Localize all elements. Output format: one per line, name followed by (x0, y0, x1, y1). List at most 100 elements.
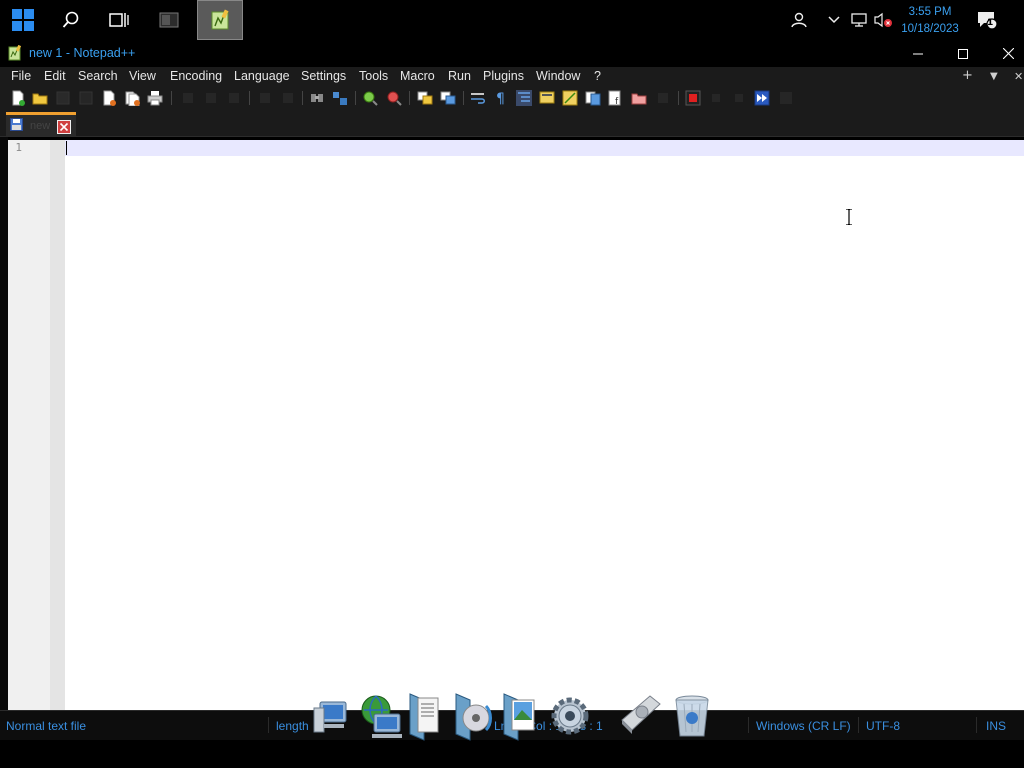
indent-guide-icon[interactable] (516, 90, 532, 106)
status-length: length (276, 719, 309, 733)
status-separator (976, 717, 977, 733)
task-view-button[interactable] (96, 0, 142, 40)
menu-run[interactable]: Run (448, 69, 471, 83)
taskbar-app-pinned[interactable] (146, 0, 192, 40)
dock-drive[interactable] (616, 690, 664, 742)
start-button[interactable] (0, 0, 46, 40)
people-button[interactable] (787, 0, 811, 40)
dock-music[interactable] (452, 690, 500, 742)
action-center-button[interactable]: 1 (972, 0, 1002, 40)
tab-list-dropdown[interactable]: ▼ (990, 71, 998, 82)
menu-file[interactable]: File (11, 69, 31, 83)
dock-pictures[interactable] (500, 690, 548, 742)
menu-search[interactable]: Search (78, 69, 118, 83)
app-icon (8, 45, 22, 61)
search-icon (62, 11, 79, 28)
monitoring-icon[interactable] (655, 90, 671, 106)
toolbar-separator (302, 91, 303, 105)
macro-save-icon[interactable] (778, 90, 794, 106)
network-button[interactable] (849, 0, 869, 40)
sync-vertical-icon[interactable] (417, 90, 433, 106)
paste-icon[interactable] (226, 90, 242, 106)
function-list-icon[interactable]: f (608, 90, 624, 106)
status-eol[interactable]: Windows (CR LF) (756, 719, 851, 733)
menu-plugins[interactable]: Plugins (483, 69, 524, 83)
open-file-icon[interactable] (32, 90, 48, 106)
network-globe-icon (361, 695, 402, 738)
dock-documents[interactable] (404, 690, 452, 742)
clock[interactable]: 3:55 PM 10/18/2023 (894, 4, 966, 38)
close-all-icon[interactable] (124, 90, 140, 106)
close-button[interactable] (985, 40, 1024, 67)
line-number: 1 (15, 141, 22, 154)
undo-icon[interactable] (257, 90, 273, 106)
dock-network[interactable] (356, 690, 404, 742)
toolbar-separator (171, 91, 172, 105)
folder-workspace-icon[interactable] (631, 90, 647, 106)
close-doc-button[interactable]: ✕ (1014, 70, 1023, 83)
doc-map-icon[interactable] (562, 90, 578, 106)
doc-list-icon[interactable] (585, 90, 601, 106)
sync-horizontal-icon[interactable] (440, 90, 456, 106)
print-icon[interactable] (147, 90, 163, 106)
menu-bar: File Edit Search View Encoding Language … (0, 67, 1024, 87)
maximize-button[interactable] (940, 40, 986, 67)
menu-macro[interactable]: Macro (400, 69, 435, 83)
text-editor[interactable]: 1 (8, 140, 1024, 710)
status-encoding[interactable]: UTF-8 (866, 719, 900, 733)
menu-window[interactable]: Window (536, 69, 580, 83)
menu-edit[interactable]: Edit (44, 69, 66, 83)
status-insert-mode[interactable]: INS (986, 719, 1006, 733)
toolbar-separator (678, 91, 679, 105)
new-file-icon[interactable] (10, 90, 26, 106)
tab-close-icon[interactable] (57, 120, 71, 134)
drive-icon (621, 695, 661, 734)
copy-icon[interactable] (203, 90, 219, 106)
save-file-icon[interactable] (55, 90, 71, 106)
redo-icon[interactable] (280, 90, 296, 106)
menu-help[interactable]: ? (594, 69, 601, 83)
line-number-margin: 1 (8, 140, 50, 710)
dock-settings[interactable] (546, 690, 594, 742)
tray-overflow-button[interactable] (825, 0, 843, 40)
window-title-bar[interactable]: new 1 - Notepad++ (0, 40, 1024, 67)
toolbar-separator (409, 91, 410, 105)
document-folder-icon (409, 693, 439, 741)
toolbar-separator (249, 91, 250, 105)
show-all-chars-icon[interactable]: ¶ (493, 90, 509, 106)
macro-stop-icon[interactable] (708, 90, 724, 106)
computer-icon (313, 701, 347, 733)
ibeam-cursor-icon (846, 209, 852, 225)
new-tab-button[interactable]: + (962, 68, 973, 83)
word-wrap-icon[interactable] (470, 90, 486, 106)
minimize-button[interactable] (895, 40, 941, 67)
minimize-icon (913, 53, 923, 54)
find-icon[interactable] (309, 90, 325, 106)
recycle-bin-icon (675, 695, 709, 737)
replace-icon[interactable] (332, 90, 348, 106)
search-button[interactable] (48, 0, 94, 40)
macro-record-icon[interactable] (685, 90, 701, 106)
app-window-icon (159, 12, 179, 28)
taskbar-app-notepadpp[interactable] (197, 0, 243, 40)
notification-count: 1 (987, 18, 994, 28)
macro-play-icon[interactable] (731, 90, 747, 106)
macro-play-multiple-icon[interactable] (754, 90, 770, 106)
tab-label: new (30, 120, 51, 132)
zoom-out-icon[interactable] (386, 90, 402, 106)
menu-language[interactable]: Language (234, 69, 290, 83)
task-view-icon (109, 13, 129, 27)
cut-icon[interactable] (180, 90, 196, 106)
menu-encoding[interactable]: Encoding (170, 69, 222, 83)
dock-my-computer[interactable] (312, 690, 360, 742)
menu-tools[interactable]: Tools (359, 69, 388, 83)
menu-settings[interactable]: Settings (301, 69, 346, 83)
dock-recycle-bin[interactable] (668, 690, 716, 742)
chevron-down-icon (828, 16, 840, 24)
menu-view[interactable]: View (129, 69, 156, 83)
volume-button[interactable] (872, 0, 894, 40)
save-all-icon[interactable] (78, 90, 94, 106)
zoom-in-icon[interactable] (362, 90, 378, 106)
udl-icon[interactable] (539, 90, 555, 106)
close-file-icon[interactable] (101, 90, 117, 106)
